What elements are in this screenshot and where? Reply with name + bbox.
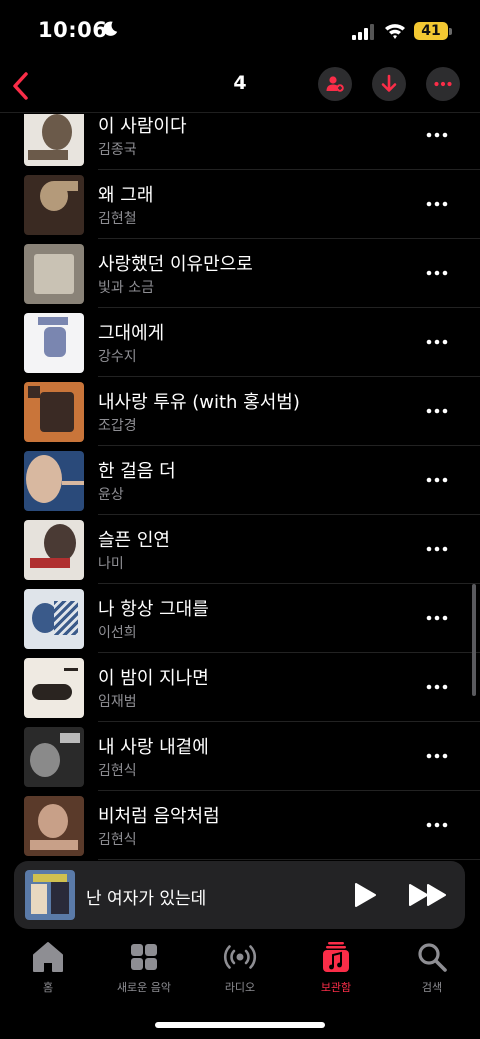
nav-bar: 4	[0, 62, 480, 110]
tab-radio[interactable]: 라디오	[192, 940, 288, 995]
song-more-icon[interactable]	[422, 815, 452, 835]
song-title: 나 항상 그대를	[98, 599, 209, 620]
song-row[interactable]: 그대에게 강수지	[0, 308, 480, 377]
song-more-icon[interactable]	[422, 332, 452, 352]
song-more-icon[interactable]	[422, 539, 452, 559]
song-title: 이 사람이다	[98, 116, 187, 137]
cellular-signal-icon	[352, 24, 374, 40]
song-title: 왜 그래	[98, 185, 154, 206]
nav-divider	[0, 112, 480, 113]
album-artwork	[24, 114, 84, 166]
song-artist: 강수지	[98, 349, 137, 365]
add-contributor-button[interactable]	[318, 67, 352, 101]
status-time: 10:06	[38, 18, 108, 42]
song-title: 사랑했던 이유만으로	[98, 254, 253, 275]
battery-indicator: 41	[414, 22, 448, 40]
song-row[interactable]: 슬픈 인연 나미	[0, 515, 480, 584]
row-divider	[98, 859, 480, 860]
home-icon	[33, 942, 63, 972]
download-arrow-icon	[381, 74, 397, 92]
album-artwork	[24, 313, 84, 373]
tab-home[interactable]: 홈	[0, 940, 96, 995]
album-artwork	[24, 244, 84, 304]
song-row[interactable]: 비처럼 음악처럼 김현식	[0, 791, 480, 860]
album-artwork	[24, 796, 84, 856]
song-artist: 김현식	[98, 763, 137, 779]
tab-label: 보관함	[320, 981, 352, 994]
tab-library[interactable]: 보관함	[288, 940, 384, 995]
tab-new-music[interactable]: 새로운 음악	[96, 940, 192, 995]
radio-icon	[223, 945, 257, 969]
library-icon	[323, 942, 349, 972]
song-list[interactable]: 이 사람이다 김종국 왜 그래 김현철 사랑했던 이유만으로 빛과 소금 그대에…	[0, 114, 480, 860]
song-artist: 빛과 소금	[98, 280, 154, 296]
song-more-icon[interactable]	[422, 125, 452, 145]
song-title: 이 밤이 지나면	[98, 668, 209, 689]
song-row[interactable]: 내사랑 투유 (with 홍서범) 조갑경	[0, 377, 480, 446]
mini-player[interactable]: 난 여자가 있는데	[14, 861, 465, 929]
song-row[interactable]: 사랑했던 이유만으로 빛과 소금	[0, 239, 480, 308]
fast-forward-icon[interactable]	[408, 881, 448, 909]
song-row[interactable]: 이 밤이 지나면 임재범	[0, 653, 480, 722]
song-title: 비처럼 음악처럼	[98, 806, 220, 827]
album-artwork	[24, 520, 84, 580]
song-title: 그대에게	[98, 323, 165, 344]
tab-label: 라디오	[224, 981, 256, 994]
song-artist: 임재범	[98, 694, 137, 710]
song-row[interactable]: 이 사람이다 김종국	[0, 114, 480, 170]
back-chevron-icon[interactable]	[8, 66, 32, 106]
wifi-icon	[385, 24, 405, 39]
status-bar: 10:06 41	[0, 0, 480, 60]
song-artist: 나미	[98, 556, 124, 572]
song-more-icon[interactable]	[422, 401, 452, 421]
song-more-icon[interactable]	[422, 470, 452, 490]
album-artwork	[24, 451, 84, 511]
now-playing-artwork	[25, 870, 75, 920]
home-indicator[interactable]	[155, 1022, 325, 1028]
play-icon[interactable]	[352, 881, 378, 909]
tab-label: 검색	[421, 981, 443, 994]
song-more-icon[interactable]	[422, 677, 452, 697]
person-add-icon	[326, 76, 344, 92]
grid-icon	[131, 944, 157, 970]
ellipsis-icon	[434, 81, 452, 87]
song-more-icon[interactable]	[422, 746, 452, 766]
song-row[interactable]: 한 걸음 더 윤상	[0, 446, 480, 515]
song-row[interactable]: 내 사랑 내곁에 김현식	[0, 722, 480, 791]
song-title: 한 걸음 더	[98, 461, 176, 482]
song-artist: 김종국	[98, 142, 137, 158]
album-artwork	[24, 658, 84, 718]
song-title: 내 사랑 내곁에	[98, 737, 209, 758]
album-artwork	[24, 589, 84, 649]
album-artwork	[24, 382, 84, 442]
song-artist: 조갑경	[98, 418, 137, 434]
song-artist: 김현철	[98, 211, 137, 227]
tab-label: 새로운 음악	[116, 981, 172, 994]
song-row[interactable]: 나 항상 그대를 이선희	[0, 584, 480, 653]
song-artist: 윤상	[98, 487, 124, 503]
tab-search[interactable]: 검색	[384, 940, 480, 995]
moon-icon	[103, 21, 118, 36]
song-title: 슬픈 인연	[98, 530, 170, 551]
song-more-icon[interactable]	[422, 263, 452, 283]
song-artist: 김현식	[98, 832, 137, 848]
more-options-button[interactable]	[426, 67, 460, 101]
tab-label: 홈	[42, 981, 54, 994]
song-more-icon[interactable]	[422, 608, 452, 628]
album-artwork	[24, 727, 84, 787]
song-title: 내사랑 투유 (with 홍서범)	[98, 392, 300, 413]
battery-cap	[449, 28, 452, 35]
scroll-indicator[interactable]	[472, 584, 476, 696]
search-icon	[418, 943, 447, 972]
download-button[interactable]	[372, 67, 406, 101]
page-title: 4	[233, 72, 247, 94]
album-artwork	[24, 175, 84, 235]
song-more-icon[interactable]	[422, 194, 452, 214]
song-row[interactable]: 왜 그래 김현철	[0, 170, 480, 239]
song-artist: 이선희	[98, 625, 137, 641]
now-playing-title: 난 여자가 있는데	[86, 889, 207, 909]
